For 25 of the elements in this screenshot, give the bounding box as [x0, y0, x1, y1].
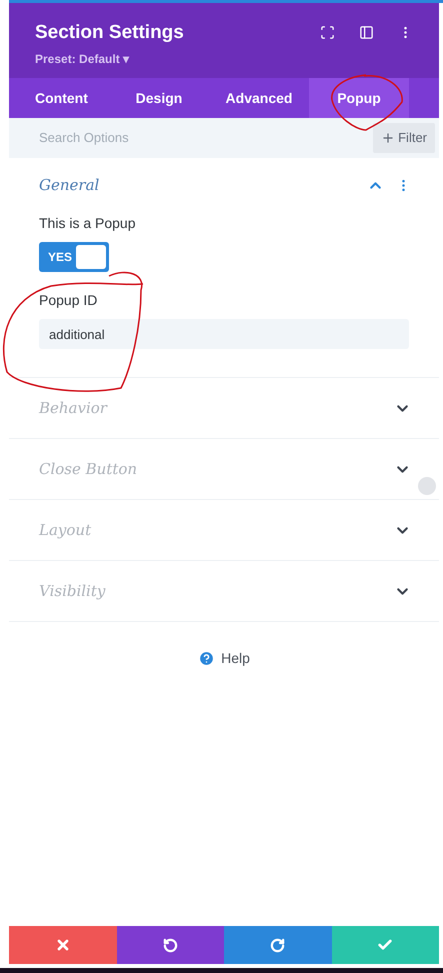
section-header[interactable]: General — [9, 158, 439, 213]
tab[interactable]: Design — [109, 78, 209, 118]
help-link[interactable]: Help — [221, 648, 250, 669]
field-label: Popup ID — [39, 291, 98, 310]
preset-dropdown[interactable]: Preset: Default ▾ — [35, 50, 184, 68]
panel-title: Section Settings — [35, 21, 184, 45]
resize-handle[interactable] — [418, 477, 436, 495]
undo-button[interactable] — [116, 926, 224, 964]
undo-icon — [162, 938, 178, 952]
search-field[interactable]: Search Options — [39, 128, 259, 148]
tab[interactable]: Content — [9, 78, 109, 118]
plus-icon — [381, 131, 396, 145]
expand-icon[interactable] — [320, 25, 335, 40]
tab[interactable]: Advanced — [209, 78, 309, 118]
filter-button[interactable]: Filter — [373, 123, 435, 153]
redo-button[interactable] — [224, 926, 332, 964]
section-title[interactable]: General — [39, 174, 100, 197]
close-icon — [54, 937, 71, 953]
redo-icon — [270, 938, 286, 952]
toggle-switch[interactable]: YES — [39, 242, 109, 272]
layout-icon[interactable] — [359, 25, 374, 40]
tab[interactable]: Popup — [309, 78, 409, 118]
field-label: This is a Popup — [39, 214, 136, 233]
popup-id-field[interactable]: additional — [39, 319, 409, 349]
help-icon[interactable] — [198, 650, 216, 667]
